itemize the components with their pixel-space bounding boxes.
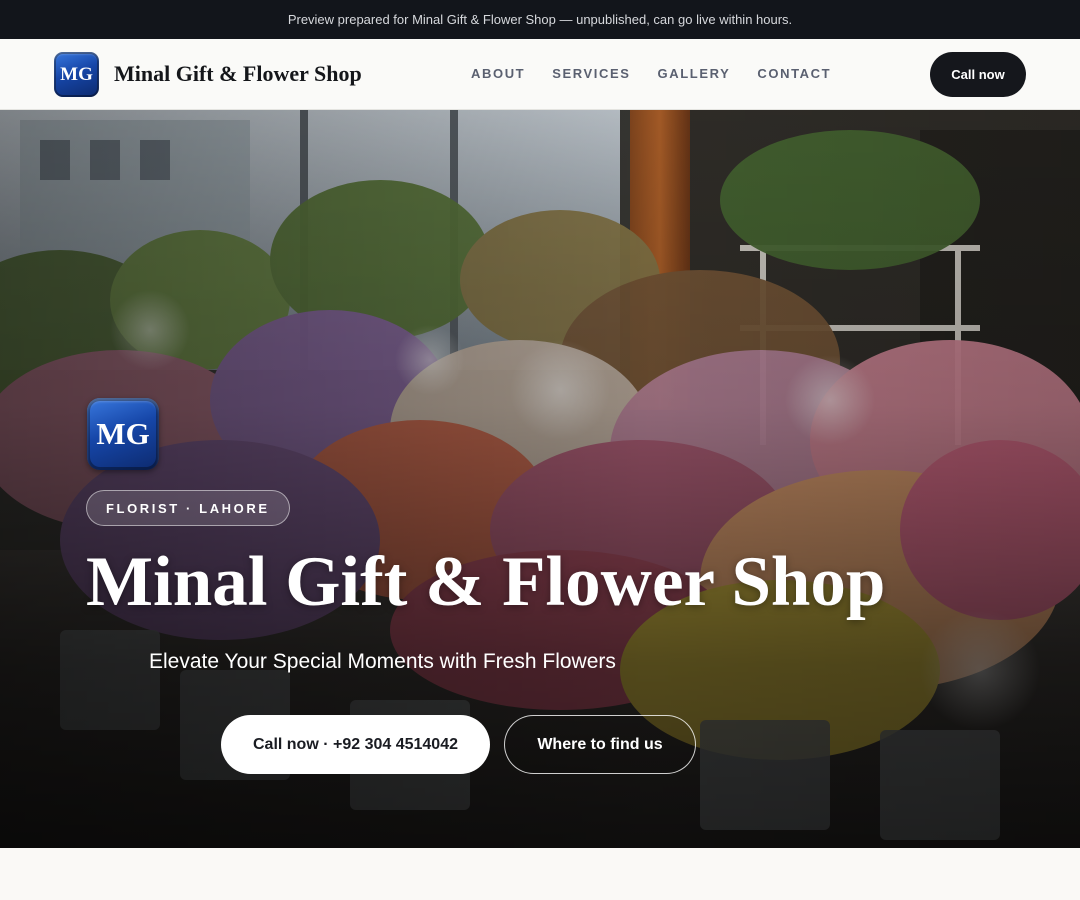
brand-name[interactable]: Minal Gift & Flower Shop: [114, 61, 362, 87]
hero-eyebrow-text: FLORIST · LAHORE: [106, 500, 270, 516]
hero-logo: MG: [87, 398, 159, 470]
brand-logo-text: MG: [60, 63, 93, 85]
nav-contact[interactable]: CONTACT: [757, 66, 831, 81]
brand-logo[interactable]: MG: [54, 52, 99, 97]
hero-section: MG FLORIST · LAHORE Minal Gift & Flower …: [0, 110, 1080, 848]
nav-about[interactable]: ABOUT: [471, 66, 525, 81]
preview-notice-bar: Preview prepared for Minal Gift & Flower…: [0, 0, 1080, 39]
hero-eyebrow-badge: FLORIST · LAHORE: [86, 490, 290, 526]
header-call-button[interactable]: Call now: [930, 52, 1026, 97]
preview-notice-text: Preview prepared for Minal Gift & Flower…: [287, 12, 793, 27]
hero-call-button[interactable]: Call now · +92 304 4514042: [221, 715, 490, 774]
hero-title: Minal Gift & Flower Shop: [86, 543, 886, 621]
main-nav: ABOUT SERVICES GALLERY CONTACT: [471, 66, 831, 81]
hero-location-button[interactable]: Where to find us: [504, 715, 696, 774]
nav-gallery[interactable]: GALLERY: [658, 66, 731, 81]
hero-logo-text: MG: [96, 416, 150, 451]
nav-services[interactable]: SERVICES: [552, 66, 630, 81]
site-header: MG Minal Gift & Flower Shop ABOUT SERVIC…: [0, 39, 1080, 110]
hero-tagline: Elevate Your Special Moments with Fresh …: [149, 650, 616, 673]
